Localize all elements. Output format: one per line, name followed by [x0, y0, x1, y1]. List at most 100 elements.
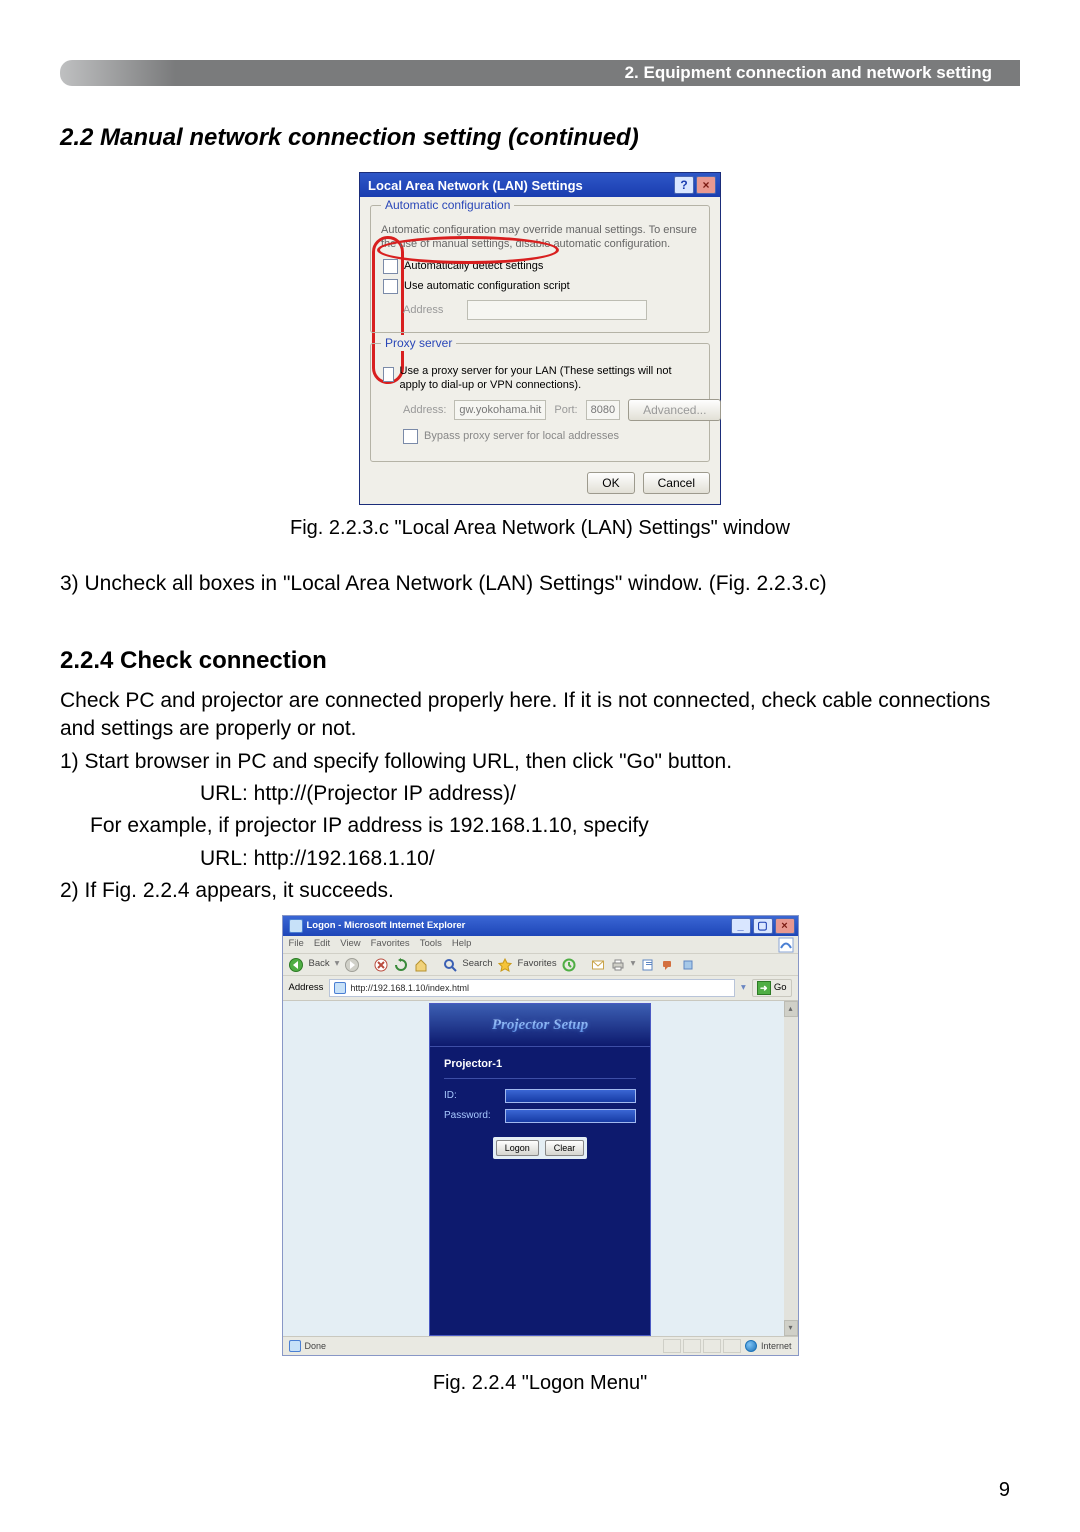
go-arrow-icon: ➜ — [757, 981, 771, 995]
window-close-icon[interactable]: × — [775, 918, 795, 934]
menu-tools[interactable]: Tools — [420, 938, 442, 951]
auto-detect-label: Automatically detect settings — [404, 259, 543, 274]
s224-url2: URL: http://192.168.1.10/ — [200, 845, 1020, 873]
print-icon[interactable] — [611, 957, 626, 972]
s224-step2: 2) If Fig. 2.2.4 appears, it succeeds. — [60, 877, 1020, 905]
history-icon[interactable] — [562, 957, 577, 972]
auto-config-note: Automatic configuration may override man… — [381, 223, 699, 252]
home-icon[interactable] — [413, 957, 428, 972]
search-icon[interactable] — [442, 957, 457, 972]
s224-example-line: For example, if projector IP address is … — [90, 812, 1020, 840]
scrollbar[interactable]: ▴ ▾ — [784, 1001, 798, 1336]
auto-detect-row: Automatically detect settings — [383, 259, 699, 274]
menu-favorites[interactable]: Favorites — [371, 938, 410, 951]
ie-status-bar: Done Internet — [283, 1336, 798, 1355]
address-dropdown-icon[interactable]: ▾ — [741, 982, 746, 995]
maximize-icon[interactable]: ▢ — [753, 918, 773, 934]
minimize-icon[interactable]: _ — [731, 918, 751, 934]
scroll-up-icon[interactable]: ▴ — [784, 1001, 798, 1017]
help-icon[interactable]: ? — [674, 176, 694, 194]
lan-dialog-titlebar: Local Area Network (LAN) Settings ? × — [360, 173, 720, 197]
ie-titlebar: Logon - Microsoft Internet Explorer _ ▢ … — [283, 916, 798, 936]
discuss-icon[interactable] — [660, 957, 675, 972]
lan-settings-dialog: Local Area Network (LAN) Settings ? × Au… — [359, 172, 721, 505]
ie-logo-icon — [778, 937, 794, 953]
status-cells — [663, 1339, 741, 1353]
step-3-text: 3) Uncheck all boxes in "Local Area Netw… — [60, 570, 1020, 598]
automatic-config-group: Automatic configuration Automatic config… — [370, 205, 710, 333]
mail-icon[interactable] — [591, 957, 606, 972]
use-script-label: Use automatic configuration script — [404, 279, 570, 294]
lan-dialog-title: Local Area Network (LAN) Settings — [368, 177, 583, 195]
go-button[interactable]: ➜ Go — [752, 979, 792, 997]
menu-help[interactable]: Help — [452, 938, 472, 951]
address-label: Address — [289, 982, 324, 995]
address-value: http://192.168.1.10/index.html — [350, 982, 469, 994]
projector-setup-panel: Projector Setup Projector-1 ID: Password… — [429, 1003, 651, 1336]
chapter-header: 2. Equipment connection and network sett… — [60, 60, 1020, 86]
address-input[interactable]: http://192.168.1.10/index.html — [329, 979, 735, 997]
figure-224-caption: Fig. 2.2.4 "Logon Menu" — [60, 1370, 1020, 1397]
stop-icon[interactable] — [373, 957, 388, 972]
automatic-config-label: Automatic configuration — [381, 197, 514, 213]
edit-icon[interactable] — [640, 957, 655, 972]
scroll-down-icon[interactable]: ▾ — [784, 1320, 798, 1336]
back-label[interactable]: Back — [309, 958, 330, 971]
ie-content-area: Projector Setup Projector-1 ID: Password… — [283, 1001, 798, 1336]
search-label[interactable]: Search — [462, 958, 492, 971]
refresh-icon[interactable] — [393, 957, 408, 972]
ie-menubar: File Edit View Favorites Tools Help — [283, 936, 798, 954]
password-input[interactable] — [505, 1109, 636, 1123]
use-script-checkbox[interactable] — [383, 279, 398, 294]
s224-step1: 1) Start browser in PC and specify follo… — [60, 748, 1020, 776]
section-22-title: 2.2 Manual network connection setting (c… — [60, 122, 1020, 154]
id-label: ID: — [444, 1089, 499, 1103]
proxy-address-input[interactable]: gw.yokohama.hit — [454, 400, 546, 420]
ie-address-bar: Address http://192.168.1.10/index.html ▾… — [283, 976, 798, 1001]
ok-button[interactable]: OK — [587, 472, 634, 494]
use-proxy-label: Use a proxy server for your LAN (These s… — [400, 365, 699, 393]
proxy-server-group: Proxy server Use a proxy server for your… — [370, 343, 710, 462]
section-224-heading: 2.2.4 Check connection — [60, 645, 1020, 677]
use-proxy-checkbox[interactable] — [383, 367, 394, 382]
id-input[interactable] — [505, 1089, 636, 1103]
ie-window: Logon - Microsoft Internet Explorer _ ▢ … — [282, 915, 799, 1356]
page-number: 9 — [999, 1477, 1010, 1504]
projector-name: Projector-1 — [444, 1057, 636, 1079]
back-icon[interactable] — [289, 957, 304, 972]
cancel-button[interactable]: Cancel — [643, 472, 710, 494]
go-label: Go — [774, 982, 787, 995]
close-icon[interactable]: × — [696, 176, 716, 194]
favorites-icon[interactable] — [498, 957, 513, 972]
page-favicon-icon — [334, 982, 346, 994]
bypass-row: Bypass proxy server for local addresses — [403, 429, 699, 444]
proxy-advanced-button[interactable]: Advanced... — [628, 399, 721, 421]
extra-icon[interactable] — [680, 957, 695, 972]
menu-edit[interactable]: Edit — [314, 938, 330, 951]
s224-paragraph: Check PC and projector are connected pro… — [60, 687, 1020, 744]
projector-setup-header: Projector Setup — [430, 1004, 650, 1047]
status-zone-text: Internet — [761, 1340, 792, 1352]
logon-button[interactable]: Logon — [496, 1140, 539, 1156]
proxy-port-input[interactable]: 8080 — [586, 400, 620, 420]
forward-icon[interactable] — [344, 957, 359, 972]
use-script-row: Use automatic configuration script — [383, 279, 699, 294]
status-done-text: Done — [305, 1340, 327, 1352]
menu-file[interactable]: File — [289, 938, 304, 951]
figure-223c-caption: Fig. 2.2.3.c "Local Area Network (LAN) S… — [60, 515, 1020, 542]
projector-setup-title: Projector Setup — [492, 1015, 588, 1035]
script-address-input[interactable] — [467, 300, 647, 320]
script-address-label: Address — [403, 303, 459, 318]
figure-224: Logon - Microsoft Internet Explorer _ ▢ … — [60, 915, 1020, 1356]
auto-detect-checkbox[interactable] — [383, 259, 398, 274]
bypass-checkbox[interactable] — [403, 429, 418, 444]
internet-zone-icon — [745, 1340, 757, 1352]
menu-view[interactable]: View — [340, 938, 360, 951]
proxy-port-label: Port: — [554, 403, 577, 418]
use-proxy-row: Use a proxy server for your LAN (These s… — [383, 365, 699, 393]
chapter-header-text: 2. Equipment connection and network sett… — [625, 62, 992, 85]
s224-url1: URL: http://(Projector IP address)/ — [200, 780, 1020, 808]
clear-button[interactable]: Clear — [545, 1140, 585, 1156]
favorites-label[interactable]: Favorites — [518, 958, 557, 971]
bypass-label: Bypass proxy server for local addresses — [424, 429, 619, 444]
